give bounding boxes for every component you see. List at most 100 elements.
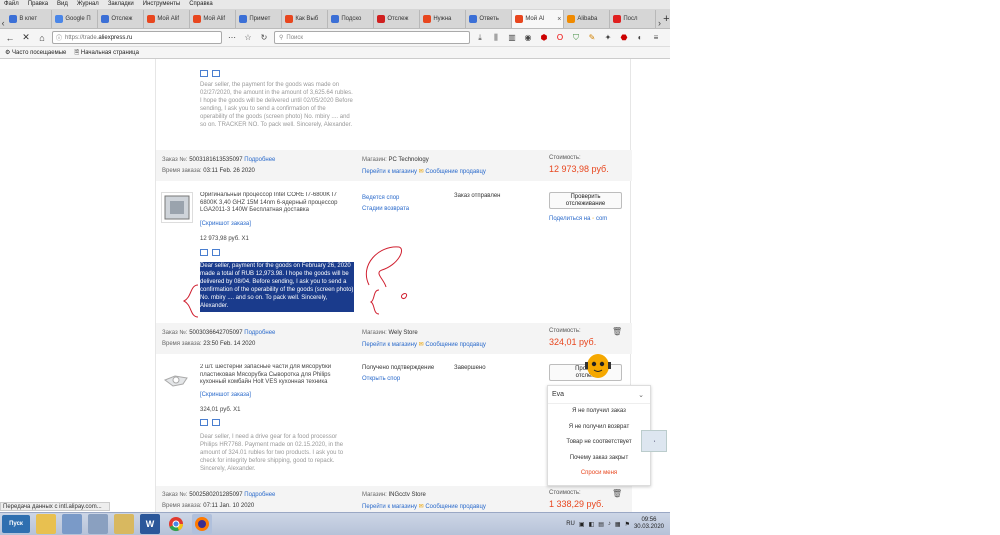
order2-track-button[interactable]: Проверить отслеживание — [549, 192, 622, 209]
order2-product-title[interactable]: Оригинальный процессор Intel CORE I7-680… — [200, 192, 352, 222]
network-icon[interactable] — [88, 514, 108, 534]
volume-icon[interactable]: ♪ — [608, 521, 611, 527]
tab-12[interactable]: Alibaba — [564, 10, 611, 28]
image-icon[interactable] — [200, 419, 208, 426]
chat-option-no-refund[interactable]: Я не получил возврат — [548, 420, 650, 436]
tab-11[interactable]: Мой Al × — [512, 10, 565, 28]
delete-order-icon[interactable]: 🗑 — [612, 327, 622, 336]
home-button[interactable]: ⌂ — [36, 32, 48, 44]
tray-icon[interactable]: ▤ — [598, 521, 604, 528]
tab-2[interactable]: Отслеж — [98, 10, 145, 28]
close-tab-icon[interactable]: × — [557, 16, 561, 23]
menu-file[interactable]: Файл — [4, 0, 19, 9]
order3-store[interactable]: Wely Store — [388, 330, 417, 336]
url-bar[interactable]: ⓘ https://trade.aliexpress.ru — [52, 31, 222, 44]
screenshot-icon[interactable] — [212, 419, 220, 426]
tab-4[interactable]: Мой Alif — [190, 10, 237, 28]
media-icon[interactable] — [62, 514, 82, 534]
folder-icon[interactable] — [114, 514, 134, 534]
tray-icon[interactable]: ▣ — [579, 521, 585, 528]
ublock-icon[interactable]: ⬢ — [538, 32, 550, 44]
chrome-icon[interactable] — [166, 514, 186, 534]
bookmark-most-visited[interactable]: ⚙ Часто посещаемые — [5, 49, 66, 56]
assistant-mascot-icon[interactable] — [583, 348, 613, 382]
tab-13[interactable]: Посл — [610, 10, 657, 28]
search-input[interactable]: ⚲ Поиск — [274, 31, 470, 44]
order2-screenshot-link[interactable]: [Скриншот заказа] — [200, 221, 251, 227]
tab-5[interactable]: Примет — [236, 10, 283, 28]
tab-3[interactable]: Мой Alif — [144, 10, 191, 28]
tray-icon[interactable]: ◧ — [589, 521, 595, 528]
chat-option-not-received[interactable]: Я не получил заказ — [548, 404, 650, 420]
extension-icon[interactable]: ✎ — [586, 32, 598, 44]
menu-view[interactable]: Вид — [57, 0, 68, 9]
network-tray-icon[interactable]: ▦ — [615, 521, 621, 528]
order3-screenshot-link[interactable]: [Скриншот заказа] — [200, 392, 251, 398]
order3-open-dispute-link[interactable]: Открыть спор — [362, 376, 400, 382]
order4-message-seller-link[interactable]: Сообщение продавцу — [425, 504, 486, 510]
tab-0[interactable]: В клет — [6, 10, 53, 28]
translate-icon[interactable]: ✦ — [602, 32, 614, 44]
opera-icon[interactable]: O — [554, 32, 566, 44]
order2-store[interactable]: PC Technology — [388, 157, 428, 163]
chat-option-why-closed[interactable]: Почему заказ закрыт — [548, 451, 650, 467]
menu-help[interactable]: Справка — [189, 0, 213, 9]
screenshot-icon[interactable] — [212, 70, 220, 77]
order2-go-store-link[interactable]: Перейти к магазину — [362, 169, 417, 175]
download-icon[interactable]: ⤓ — [474, 32, 486, 44]
tab-8[interactable]: Отслеж — [374, 10, 421, 28]
menu-bookmarks[interactable]: Закладки — [108, 0, 134, 9]
bookmark-star-icon[interactable]: ☆ — [242, 32, 254, 44]
back-button[interactable]: ← — [4, 32, 16, 44]
tab-6[interactable]: Как Выб — [282, 10, 329, 28]
word-icon[interactable]: W — [140, 514, 160, 534]
order3-message-seller-link[interactable]: Сообщение продавцу — [425, 342, 486, 348]
tab-7[interactable]: Подско — [328, 10, 375, 28]
order2-details-link[interactable]: Подробнее — [244, 157, 275, 163]
order2-product-thumbnail[interactable] — [161, 192, 193, 223]
order4-go-store-link[interactable]: Перейти к магазину — [362, 504, 417, 510]
order3-product-thumbnail[interactable] — [161, 364, 193, 395]
order2-dispute-link[interactable]: Ведется спор — [362, 195, 399, 201]
clock[interactable]: 09:56 30.03.2020 — [634, 517, 664, 531]
tab-9[interactable]: Нужна — [420, 10, 467, 28]
image-icon[interactable] — [200, 70, 208, 77]
bookmark-start-page[interactable]: 🗎 Начальная страница — [74, 48, 139, 58]
order3-product-title[interactable]: 2 шт. шестерни запасные части для мясору… — [200, 364, 352, 394]
chat-option-not-as-described[interactable]: Товар не соответствует — [548, 435, 650, 451]
explorer-icon[interactable] — [36, 514, 56, 534]
chevron-down-icon[interactable]: ⌄ — [638, 391, 644, 399]
order4-store[interactable]: INGcctv Store — [388, 492, 425, 498]
tab-1[interactable]: Google П — [52, 10, 99, 28]
new-tab-button[interactable]: + — [663, 10, 670, 28]
tab-10[interactable]: Ответь — [466, 10, 513, 28]
library-icon[interactable]: ⫼ — [490, 32, 502, 44]
order2-return-link[interactable]: Стадии возврата — [362, 206, 409, 212]
shield-icon[interactable]: ⛉ — [570, 32, 582, 44]
menu-history[interactable]: Журнал — [77, 0, 99, 9]
start-button[interactable]: Пуск — [2, 515, 30, 533]
order2-time: 03:11 Feb. 26 2020 — [203, 168, 255, 174]
sidebar-icon[interactable]: ▥ — [506, 32, 518, 44]
tray-icon[interactable]: ⚑ — [625, 521, 630, 528]
sync-icon[interactable]: ◉ — [522, 32, 534, 44]
language-indicator[interactable]: RU — [566, 521, 575, 527]
feedback-widget-icon[interactable]: ◔ — [641, 430, 667, 452]
menu-icon[interactable]: ≡ — [650, 32, 662, 44]
vpn-icon[interactable]: ◐ — [634, 32, 646, 44]
menu-edit[interactable]: Правка — [28, 0, 48, 9]
reload-icon[interactable]: ↻ — [258, 32, 270, 44]
order2-message-seller-link[interactable]: Сообщение продавцу — [425, 169, 486, 175]
delete-order-icon[interactable]: 🗑 — [612, 489, 622, 498]
stop-button[interactable]: ✕ — [20, 32, 32, 44]
order3-go-store-link[interactable]: Перейти к магазину — [362, 342, 417, 348]
menu-tools[interactable]: Инструменты — [143, 0, 180, 9]
chat-header[interactable]: Eva ⌄ — [548, 386, 650, 404]
order4-details-link[interactable]: Подробнее — [244, 492, 275, 498]
page-actions-icon[interactable]: ⋯ — [226, 32, 238, 44]
firefox-icon[interactable] — [192, 514, 212, 534]
adblock-icon[interactable]: ⬣ — [618, 32, 630, 44]
order3-details-link[interactable]: Подробнее — [244, 330, 275, 336]
chat-ask-button[interactable]: Спроси меня — [548, 466, 650, 482]
share-logo-icon[interactable]: ◦ — [592, 216, 594, 222]
